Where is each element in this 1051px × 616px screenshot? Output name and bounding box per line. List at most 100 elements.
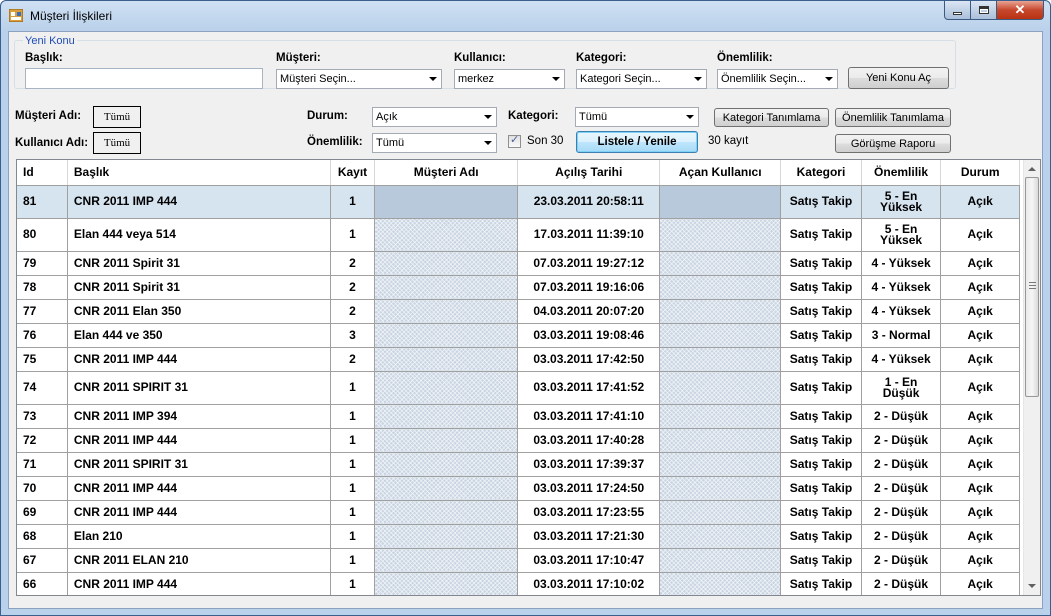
cell-opened: 03.03.2011 17:41:10 xyxy=(517,404,661,429)
column-header-title[interactable]: Başlık xyxy=(67,160,331,186)
cell-status: Açık xyxy=(940,251,1020,276)
category-filter-select[interactable]: Tümü xyxy=(575,107,699,127)
customer-name-filter-button[interactable]: Tümü xyxy=(93,106,141,128)
cell-category: Satış Takip xyxy=(780,428,862,453)
cell-opened: 03.03.2011 17:10:47 xyxy=(517,548,661,573)
cell-opened: 03.03.2011 17:21:30 xyxy=(517,524,661,549)
close-button[interactable]: ✕ xyxy=(997,1,1044,20)
scroll-up-icon[interactable] xyxy=(1028,167,1036,171)
cell-opener xyxy=(659,275,782,300)
table-row[interactable]: 67 CNR 2011 ELAN 210 1 03.03.2011 17:10:47 S… xyxy=(17,548,1020,573)
cell-count: 2 xyxy=(330,299,376,324)
cell-title: CNR 2011 IMP 444 xyxy=(67,185,331,219)
new-topic-customer-select[interactable]: Müşteri Seçin... xyxy=(276,69,442,89)
cell-customer xyxy=(374,185,519,219)
cell-count: 3 xyxy=(330,323,376,348)
grip-icon xyxy=(1029,282,1036,289)
cell-importance: 4 - Yüksek xyxy=(861,275,942,300)
cell-status: Açık xyxy=(940,404,1020,429)
cell-importance: 2 - Düşük xyxy=(861,572,942,595)
cell-importance: 2 - Düşük xyxy=(861,500,942,525)
cell-importance: 4 - Yüksek xyxy=(861,251,942,276)
cell-category: Satış Takip xyxy=(780,500,862,525)
column-header-count[interactable]: Kayıt xyxy=(330,160,376,186)
cell-count: 1 xyxy=(330,476,376,501)
category-definition-button[interactable]: Kategori Tanımlama xyxy=(714,108,829,127)
table-row[interactable]: 74 CNR 2011 SPIRIT 31 1 03.03.2011 17:41:52… xyxy=(17,371,1020,405)
cell-title: CNR 2011 IMP 444 xyxy=(67,500,331,525)
cell-opened: 23.03.2011 20:58:11 xyxy=(517,185,661,219)
cell-category: Satış Takip xyxy=(780,299,862,324)
new-topic-importance-select[interactable]: Önemlilik Seçin... xyxy=(717,69,838,89)
cell-opener xyxy=(659,323,782,348)
cell-opened: 17.03.2011 11:39:10 xyxy=(517,218,661,252)
importance-filter-label: Önemlilik: xyxy=(307,136,363,148)
column-header-opener[interactable]: Açan Kullanıcı xyxy=(659,160,782,186)
new-topic-customer-value: Müşteri Seçin... xyxy=(280,73,356,85)
cell-status: Açık xyxy=(940,218,1020,252)
table-row[interactable]: 69 CNR 2011 IMP 444 1 03.03.2011 17:23:55 Sa… xyxy=(17,500,1020,525)
minimize-button[interactable] xyxy=(944,1,971,20)
table-row[interactable]: 70 CNR 2011 IMP 444 1 03.03.2011 17:24:50 Sa… xyxy=(17,476,1020,501)
column-header-opened[interactable]: Açılış Tarihi xyxy=(517,160,661,186)
cell-opened: 03.03.2011 19:08:46 xyxy=(517,323,661,348)
cell-status: Açık xyxy=(940,323,1020,348)
table-row[interactable]: 80 Elan 444 veya 514 1 17.03.2011 11:39:10 S… xyxy=(17,218,1020,252)
table-row[interactable]: 81 CNR 2011 IMP 444 1 23.03.2011 20:58:11 Sa… xyxy=(17,185,1020,219)
table-row[interactable]: 79 CNR 2011 Spirit 31 2 07.03.2011 19:27:12… xyxy=(17,251,1020,276)
maximize-button[interactable] xyxy=(971,1,997,20)
cell-opener xyxy=(659,476,782,501)
window-title: Müşteri İlişkileri xyxy=(30,9,113,23)
importance-definition-button[interactable]: Önemlilik Tanımlama xyxy=(835,108,951,127)
cell-category: Satış Takip xyxy=(780,404,862,429)
cell-importance: 4 - Yüksek xyxy=(861,299,942,324)
scroll-thumb[interactable] xyxy=(1025,177,1039,397)
status-select[interactable]: Açık xyxy=(372,107,497,127)
new-topic-user-select[interactable]: merkez xyxy=(454,69,565,89)
importance-filter-select[interactable]: Tümü xyxy=(372,133,497,153)
table-row[interactable]: 75 CNR 2011 IMP 444 2 03.03.2011 17:42:50 Sa… xyxy=(17,347,1020,372)
new-topic-open-button[interactable]: Yeni Konu Aç xyxy=(848,67,949,89)
column-header-id[interactable]: Id xyxy=(17,160,68,186)
table-row[interactable]: 71 CNR 2011 SPIRIT 31 1 03.03.2011 17:39:37… xyxy=(17,452,1020,477)
cell-importance: 3 - Normal xyxy=(861,323,942,348)
user-name-filter-button[interactable]: Tümü xyxy=(93,132,141,154)
cell-customer xyxy=(374,524,519,549)
table-row[interactable]: 66 CNR 2011 IMP 444 1 03.03.2011 17:10:02 Sa… xyxy=(17,572,1020,595)
topics-grid[interactable]: Id Başlık Kayıt Müşteri Adı Açılış Tarih… xyxy=(16,159,1041,596)
cell-opened: 03.03.2011 17:42:50 xyxy=(517,347,661,372)
cell-opener xyxy=(659,548,782,573)
table-row[interactable]: 68 Elan 210 1 03.03.2011 17:21:30 Satış Taki… xyxy=(17,524,1020,549)
table-row[interactable]: 72 CNR 2011 IMP 444 1 03.03.2011 17:40:28 Sa… xyxy=(17,428,1020,453)
cell-title: CNR 2011 IMP 444 xyxy=(67,428,331,453)
cell-title: Elan 444 ve 350 xyxy=(67,323,331,348)
new-topic-title-input[interactable] xyxy=(25,68,263,89)
column-header-importance[interactable]: Önemlilik xyxy=(861,160,942,186)
last30-checkbox[interactable]: ✓ xyxy=(508,134,521,148)
column-header-customer[interactable]: Müşteri Adı xyxy=(374,160,519,186)
cell-customer xyxy=(374,428,519,453)
title-bar[interactable]: Müşteri İlişkileri ✕ xyxy=(1,1,1050,31)
table-row[interactable]: 78 CNR 2011 Spirit 31 2 07.03.2011 19:16:06… xyxy=(17,275,1020,300)
new-topic-category-select[interactable]: Kategori Seçin... xyxy=(576,69,707,89)
vertical-scrollbar[interactable] xyxy=(1023,160,1040,595)
meeting-report-button[interactable]: Görüşme Raporu xyxy=(835,134,951,153)
cell-count: 1 xyxy=(330,428,376,453)
column-header-status[interactable]: Durum xyxy=(940,160,1020,186)
cell-count: 1 xyxy=(330,500,376,525)
cell-opener xyxy=(659,299,782,324)
new-topic-customer-label: Müşteri: xyxy=(276,52,321,64)
maximize-icon xyxy=(978,6,989,14)
list-refresh-button[interactable]: Listele / Yenile xyxy=(576,131,698,153)
table-row[interactable]: 77 CNR 2011 Elan 350 2 04.03.2011 20:07:20 S… xyxy=(17,299,1020,324)
cell-customer xyxy=(374,548,519,573)
table-row[interactable]: 76 Elan 444 ve 350 3 03.03.2011 19:08:46 Sat… xyxy=(17,323,1020,348)
category-filter-label: Kategori: xyxy=(508,110,559,122)
cell-id: 69 xyxy=(17,500,68,525)
column-header-category[interactable]: Kategori xyxy=(780,160,862,186)
cell-id: 71 xyxy=(17,452,68,477)
table-row[interactable]: 73 CNR 2011 IMP 394 1 03.03.2011 17:41:10 Sa… xyxy=(17,404,1020,429)
status-label: Durum: xyxy=(307,110,348,122)
scroll-down-icon[interactable] xyxy=(1028,584,1036,588)
cell-status: Açık xyxy=(940,572,1020,595)
